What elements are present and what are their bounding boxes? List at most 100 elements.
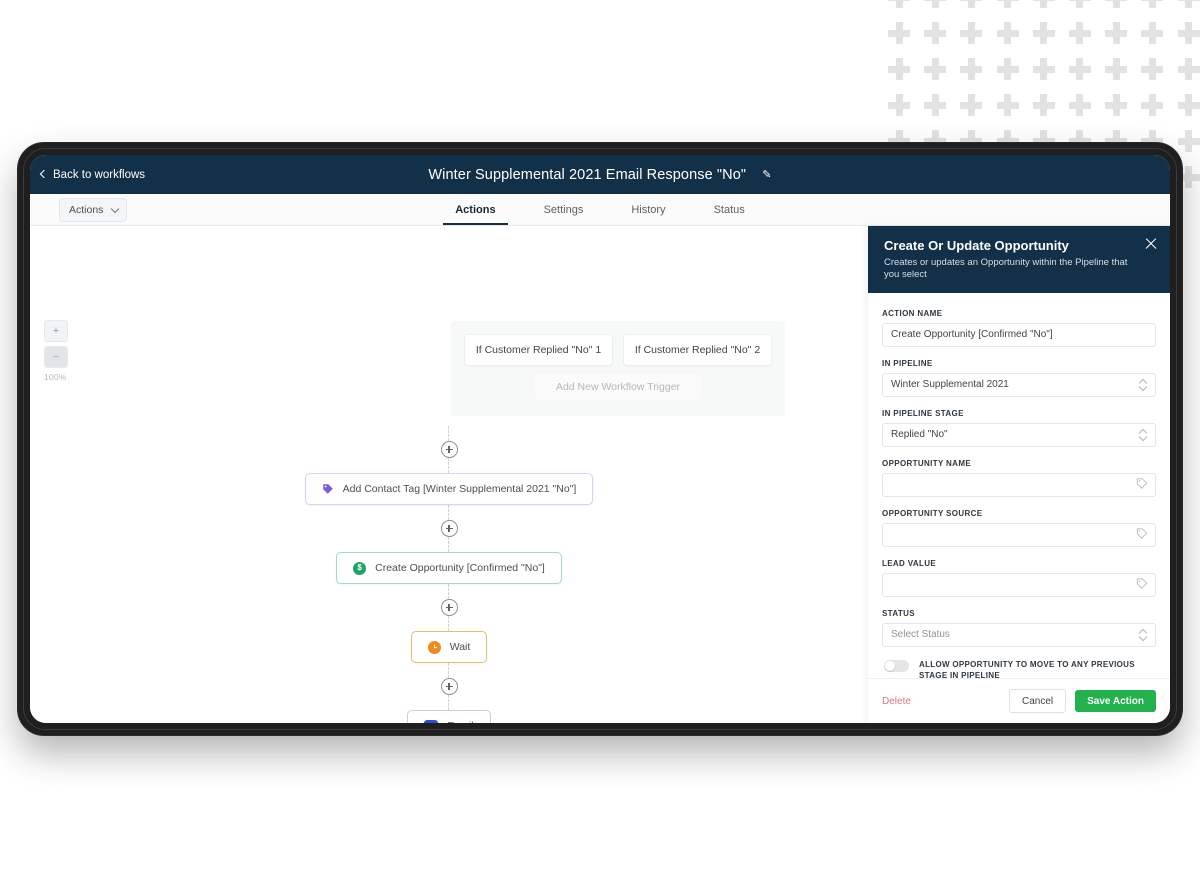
workflow-node-email[interactable]: Email: [407, 710, 491, 723]
add-step-button[interactable]: [440, 678, 458, 695]
plus-icon: [1177, 94, 1200, 116]
opportunity-name-input[interactable]: [882, 472, 1156, 497]
cancel-button[interactable]: Cancel: [1008, 689, 1067, 713]
plus-icon: [1068, 94, 1091, 116]
workflow-node-add-contact-tag[interactable]: Add Contact Tag [Winter Supplemental 202…: [304, 473, 594, 505]
action-settings-panel: Create Or Update Opportunity Creates or …: [868, 226, 1170, 723]
plus-icon: [1141, 94, 1164, 116]
plus-icon: [888, 58, 910, 80]
plus-icon: [1105, 22, 1128, 44]
add-step-button[interactable]: [440, 441, 458, 458]
workflow-flow: Add Contact Tag [Winter Supplemental 202…: [30, 426, 868, 723]
dollar-circle-icon: $: [353, 561, 367, 575]
tab-actions[interactable]: Actions: [431, 194, 519, 225]
actions-dropdown-button[interactable]: Actions: [59, 198, 128, 222]
plus-icon: [960, 58, 983, 80]
flow-connector: [448, 505, 450, 520]
tag-icon[interactable]: [1136, 527, 1148, 542]
panel-subtitle: Creates or updates an Opportunity within…: [884, 257, 1128, 281]
zoom-out-button[interactable]: −: [44, 346, 68, 368]
chevron-updown-icon: [1140, 429, 1147, 441]
panel-body: ACTION NAME Create Opportunity [Confirme…: [868, 293, 1170, 678]
plus-icon: [996, 0, 1019, 8]
app-topbar: Back to workflows Winter Supplemental 20…: [30, 155, 1170, 194]
trigger-label: If Customer Replied "No" 2: [634, 344, 761, 356]
tab-history[interactable]: History: [607, 194, 689, 225]
flow-connector: [448, 584, 450, 599]
field-value: Winter Supplemental 2021: [891, 379, 1009, 391]
tag-icon: [322, 483, 334, 495]
tab-bar: Actions Actions Settings History Status: [30, 194, 1170, 226]
panel-title: Create Or Update Opportunity: [884, 238, 1069, 253]
toggle-allow-previous-stage: ALLOW OPPORTUNITY TO MOVE TO ANY PREVIOU…: [882, 659, 1156, 678]
tab-status-label: Status: [713, 203, 745, 216]
plus-icon: [1177, 130, 1200, 152]
in-pipeline-stage-select[interactable]: Replied "No": [882, 422, 1156, 447]
zoom-in-button[interactable]: +: [44, 320, 68, 342]
workspace: + − 100% If Customer Replied "No" 1 If C…: [30, 226, 1170, 723]
workflow-node-wait[interactable]: Wait: [410, 631, 488, 663]
plus-icon: [1141, 22, 1164, 44]
tab-status[interactable]: Status: [690, 194, 769, 225]
tab-history-label: History: [631, 203, 666, 216]
tag-icon[interactable]: [1136, 477, 1148, 492]
edit-pencil-icon[interactable]: ✎: [762, 168, 771, 181]
workflow-node-label: Add Contact Tag [Winter Supplemental 202…: [342, 483, 577, 495]
lead-value-input[interactable]: [882, 572, 1156, 597]
plus-icon: [1032, 0, 1055, 8]
field-label: OPPORTUNITY SOURCE: [882, 508, 983, 518]
device-frame: Back to workflows Winter Supplemental 20…: [18, 143, 1182, 735]
field-label: OPPORTUNITY NAME: [882, 458, 972, 468]
delete-button[interactable]: Delete: [882, 696, 911, 707]
flow-connector: [448, 458, 450, 473]
panel-footer: Delete Cancel Save Action: [868, 678, 1170, 723]
tab-settings[interactable]: Settings: [520, 194, 608, 225]
plus-icon: [1105, 0, 1128, 8]
plus-icon: [996, 22, 1019, 44]
trigger-card[interactable]: If Customer Replied "No" 2: [623, 334, 772, 366]
tab-settings-label: Settings: [543, 203, 584, 216]
plus-icon: [960, 22, 983, 44]
plus-icon: [1177, 58, 1200, 80]
flow-connector: [448, 663, 450, 678]
opportunity-source-input[interactable]: [882, 522, 1156, 547]
panel-header: Create Or Update Opportunity Creates or …: [868, 226, 1170, 293]
tab-actions-label: Actions: [455, 203, 496, 216]
plus-icon: [888, 22, 910, 44]
plus-icon: [1105, 58, 1128, 80]
chevron-down-icon: [111, 204, 120, 214]
plus-icon: [960, 0, 983, 8]
plus-icon: [1141, 0, 1164, 8]
workflow-node-create-opportunity[interactable]: $ Create Opportunity [Confirmed "No"]: [336, 552, 562, 584]
add-workflow-trigger-button[interactable]: Add New Workflow Trigger: [535, 374, 701, 400]
clock-circle-icon: [427, 640, 441, 654]
add-step-button[interactable]: [440, 520, 458, 537]
workflow-canvas[interactable]: + − 100% If Customer Replied "No" 1 If C…: [30, 226, 868, 723]
status-select[interactable]: Select Status: [882, 622, 1156, 647]
plus-row: [888, 0, 1200, 8]
workflow-node-label: Wait: [449, 641, 471, 653]
field-label: IN PIPELINE: [882, 358, 933, 368]
plus-icon: [924, 94, 947, 116]
trigger-card[interactable]: If Customer Replied "No" 1: [464, 334, 613, 366]
action-name-input[interactable]: Create Opportunity [Confirmed "No"]: [882, 322, 1156, 347]
trigger-group: If Customer Replied "No" 1 If Customer R…: [451, 321, 785, 416]
field-in-pipeline: IN PIPELINE Winter Supplemental 2021: [882, 359, 1156, 397]
in-pipeline-select[interactable]: Winter Supplemental 2021: [882, 372, 1156, 397]
close-icon[interactable]: [1144, 237, 1158, 251]
plus-icon: [1068, 0, 1091, 8]
plus-icon: [888, 94, 910, 116]
chevron-updown-icon: [1140, 379, 1147, 391]
save-action-button[interactable]: Save Action: [1075, 690, 1156, 712]
plus-icon: [1068, 22, 1091, 44]
plus-icon: [960, 94, 983, 116]
tag-icon[interactable]: [1136, 577, 1148, 592]
plus-icon: [1177, 22, 1200, 44]
toggle-switch[interactable]: [884, 659, 909, 672]
plus-icon: [924, 58, 947, 80]
plus-icon: [1032, 94, 1055, 116]
field-label: LEAD VALUE: [882, 558, 937, 568]
flow-connector: [448, 695, 450, 710]
workflow-title: Winter Supplemental 2021 Email Response …: [30, 167, 1170, 183]
add-step-button[interactable]: [440, 599, 458, 616]
